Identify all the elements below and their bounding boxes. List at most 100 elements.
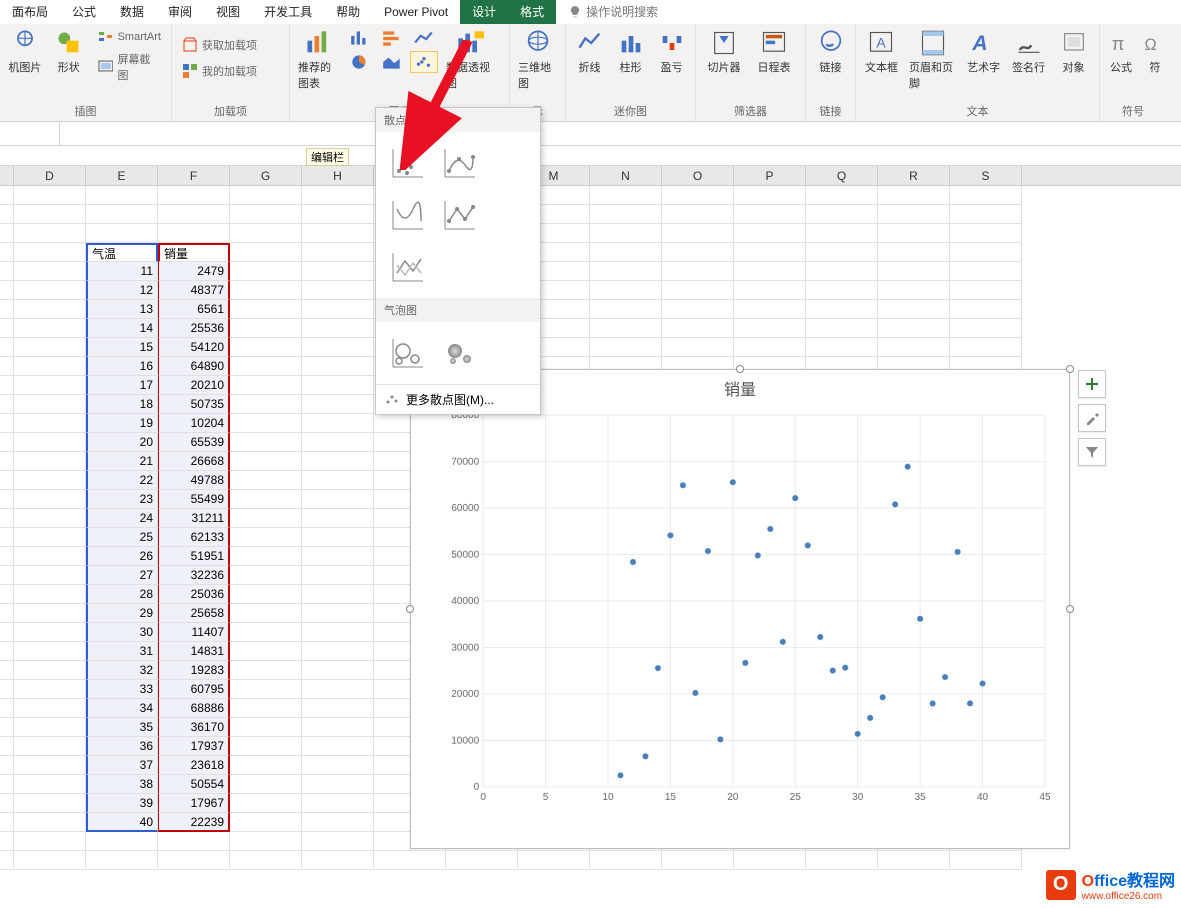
cell[interactable] [878, 319, 950, 338]
cell[interactable] [86, 224, 158, 243]
cell[interactable]: 28 [86, 585, 158, 604]
cell[interactable] [230, 452, 302, 471]
cell[interactable] [302, 395, 374, 414]
cell[interactable] [14, 794, 86, 813]
cell[interactable] [230, 718, 302, 737]
cell[interactable]: 31 [86, 642, 158, 661]
cell[interactable]: 25536 [158, 319, 230, 338]
cell[interactable] [14, 243, 86, 262]
cell[interactable]: 33 [86, 680, 158, 699]
cell[interactable] [14, 395, 86, 414]
cell[interactable] [230, 357, 302, 376]
cell[interactable] [590, 851, 662, 870]
cell[interactable] [14, 832, 86, 851]
cell[interactable]: 21 [86, 452, 158, 471]
cell[interactable] [230, 281, 302, 300]
cell[interactable] [302, 319, 374, 338]
cell[interactable] [662, 243, 734, 262]
cell[interactable]: 27 [86, 566, 158, 585]
tab-data[interactable]: 数据 [108, 0, 156, 24]
cell[interactable] [158, 851, 230, 870]
cell[interactable] [590, 186, 662, 205]
cell[interactable] [662, 300, 734, 319]
cell[interactable] [14, 566, 86, 585]
cell[interactable] [230, 414, 302, 433]
headerfooter-button[interactable]: 页眉和页脚 [907, 27, 958, 93]
cell[interactable]: 2479 [158, 262, 230, 281]
cell[interactable] [590, 262, 662, 281]
chart-styles-button[interactable] [1078, 404, 1106, 432]
cell[interactable] [806, 262, 878, 281]
cell[interactable]: 29 [86, 604, 158, 623]
column-header[interactable]: E [86, 166, 158, 185]
cell[interactable] [14, 376, 86, 395]
scatter-markers-item[interactable] [384, 140, 430, 186]
cell[interactable] [14, 813, 86, 832]
cell[interactable]: 22 [86, 471, 158, 490]
cell[interactable] [158, 224, 230, 243]
cell[interactable] [230, 604, 302, 623]
cell[interactable] [734, 205, 806, 224]
column-header[interactable]: P [734, 166, 806, 185]
cell[interactable]: 36170 [158, 718, 230, 737]
cell[interactable]: 17967 [158, 794, 230, 813]
column-header[interactable]: N [590, 166, 662, 185]
cell[interactable] [302, 680, 374, 699]
cell[interactable]: 51951 [158, 547, 230, 566]
cell[interactable] [734, 243, 806, 262]
textbox-button[interactable]: A文本框 [862, 27, 901, 77]
cell[interactable]: 24 [86, 509, 158, 528]
cell[interactable] [302, 813, 374, 832]
sparkcolumn-button[interactable]: 柱形 [613, 27, 648, 77]
tell-me[interactable]: 操作说明搜索 [556, 0, 670, 24]
cell[interactable] [230, 756, 302, 775]
cell[interactable] [230, 680, 302, 699]
cell[interactable] [230, 699, 302, 718]
column-header[interactable]: O [662, 166, 734, 185]
bubble-item[interactable] [384, 330, 430, 376]
embedded-chart[interactable]: 销量 [410, 369, 1070, 849]
cell[interactable] [230, 376, 302, 395]
cell[interactable] [734, 338, 806, 357]
cell[interactable]: 48377 [158, 281, 230, 300]
cell[interactable]: 13 [86, 300, 158, 319]
cell[interactable] [302, 300, 374, 319]
cell[interactable]: 31211 [158, 509, 230, 528]
cell[interactable]: 34 [86, 699, 158, 718]
cell[interactable] [230, 775, 302, 794]
cell[interactable] [302, 224, 374, 243]
cell[interactable] [302, 490, 374, 509]
cell[interactable] [878, 262, 950, 281]
symbol-button[interactable]: Ω符 [1142, 27, 1168, 77]
cell[interactable] [302, 357, 374, 376]
timeline-button[interactable]: 日程表 [752, 27, 796, 77]
cell[interactable]: 销量 [158, 243, 230, 262]
cell[interactable]: 11 [86, 262, 158, 281]
cell[interactable] [734, 281, 806, 300]
cell[interactable]: 18 [86, 395, 158, 414]
cell[interactable] [806, 186, 878, 205]
cell[interactable] [302, 452, 374, 471]
cell[interactable] [878, 205, 950, 224]
cell[interactable] [230, 471, 302, 490]
cell[interactable] [662, 338, 734, 357]
online-pictures-button[interactable]: 机图片 [6, 27, 44, 77]
tab-design[interactable]: 设计 [460, 0, 508, 24]
cell[interactable] [14, 547, 86, 566]
cell[interactable] [230, 490, 302, 509]
column-chart-button[interactable] [346, 27, 374, 49]
cell[interactable]: 12 [86, 281, 158, 300]
cell[interactable] [302, 433, 374, 452]
cell[interactable] [302, 376, 374, 395]
cell[interactable]: 55499 [158, 490, 230, 509]
cell[interactable] [878, 300, 950, 319]
cell[interactable] [302, 566, 374, 585]
cell[interactable]: 17937 [158, 737, 230, 756]
cell[interactable] [302, 338, 374, 357]
link-button[interactable]: 链接 [812, 27, 849, 77]
cell[interactable] [230, 509, 302, 528]
cell[interactable] [302, 281, 374, 300]
cell[interactable] [302, 243, 374, 262]
cell[interactable] [950, 224, 1022, 243]
cell[interactable]: 10204 [158, 414, 230, 433]
